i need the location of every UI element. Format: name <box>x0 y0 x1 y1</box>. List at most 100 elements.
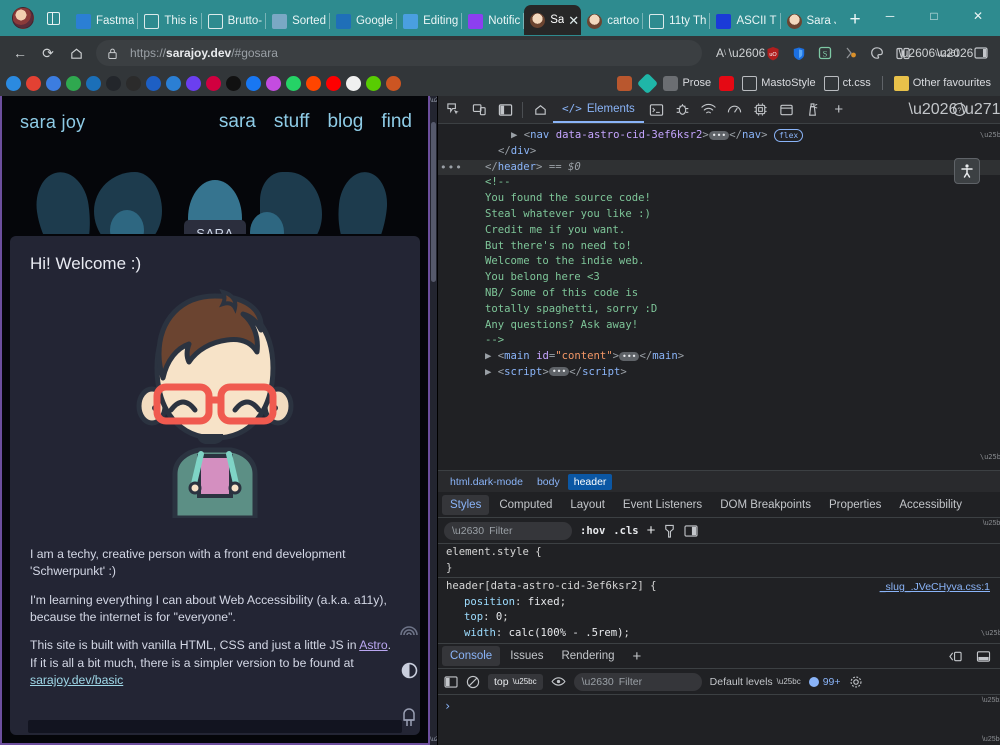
dom-tree[interactable]: ▶ <nav data-astro-cid-3ef6ksr2> ••• </nav>… <box>438 124 1000 470</box>
styles-tab-accessibility[interactable]: Accessibility <box>891 495 970 515</box>
drawer-tab-issues[interactable]: Issues <box>502 646 551 666</box>
address-bar[interactable]: https://sarajoy.dev/#gosara <box>96 40 702 66</box>
stylus-icon[interactable]: S <box>812 40 838 66</box>
drawer-tab-rendering[interactable]: Rendering <box>553 646 622 666</box>
styles-tab-styles[interactable]: Styles <box>442 494 490 515</box>
dom-tree-line[interactable]: ▶ <nav data-astro-cid-3ef6ksr2> ••• </nav>… <box>438 128 1000 144</box>
new-style-rule-icon[interactable] <box>663 524 676 538</box>
dribbble-quick-link-icon[interactable] <box>166 75 181 91</box>
opera-quick-link-icon[interactable] <box>206 75 221 91</box>
browser-tab[interactable]: Brutto- <box>202 7 267 35</box>
browser-tab[interactable]: 11ty Th <box>643 7 711 35</box>
styles-scroll-up[interactable]: \u25b2 <box>983 520 1000 527</box>
bookmark-item[interactable]: Prose <box>660 73 714 93</box>
messenger-quick-link-icon[interactable] <box>266 75 281 91</box>
home-button[interactable] <box>62 39 90 67</box>
more-panels-button[interactable]: + <box>826 97 852 123</box>
mastodon-quick-link-icon[interactable] <box>186 75 201 91</box>
styles-filter-input[interactable]: \u2630 Filter <box>444 521 572 540</box>
inspect-element-icon[interactable] <box>440 97 466 123</box>
css-source-link[interactable]: _slug_.JVeCHyva.css:1 <box>880 580 990 596</box>
minimize-button[interactable]: ─ <box>868 0 912 32</box>
reload-button[interactable]: ⟳ <box>34 39 62 67</box>
profile-avatar-icon[interactable] <box>12 7 34 29</box>
console-context-selector[interactable]: top \u25bc <box>488 673 543 690</box>
whatsapp-quick-link-icon[interactable] <box>286 75 301 91</box>
favorite-star-icon[interactable]: \u2606 <box>729 40 766 66</box>
network-icon[interactable] <box>696 97 722 123</box>
cls-button[interactable]: .cls <box>613 525 638 537</box>
browser-tab[interactable]: This is <box>138 7 202 35</box>
sources-bug-icon[interactable] <box>670 97 696 123</box>
restore-drawer-icon[interactable] <box>942 643 968 669</box>
dock-side-icon[interactable] <box>492 97 518 123</box>
breadcrumb-item[interactable]: header <box>567 473 613 490</box>
tab-elements[interactable]: </> Elements <box>553 96 644 123</box>
css-rule[interactable]: element.style {} <box>438 544 1000 578</box>
calendar-quick-link-icon[interactable] <box>46 75 61 91</box>
styles-tab-event-listeners[interactable]: Event Listeners <box>615 495 710 515</box>
styles-rules[interactable]: element.style {} header[data-astro-cid-3e… <box>438 544 1000 643</box>
performance-icon[interactable] <box>722 97 748 123</box>
console-icon[interactable] <box>644 97 670 123</box>
issue-counter[interactable]: 99+ <box>808 676 841 688</box>
bookmark-item[interactable]: ct.css <box>821 73 874 93</box>
drawer-tab-console[interactable]: Console <box>442 646 501 666</box>
close-window-button[interactable]: ✕ <box>956 0 1000 32</box>
dom-tree-line[interactable]: <!-- <box>438 175 1000 191</box>
close-devtools-icon[interactable]: \u2715 <box>961 97 1000 123</box>
browser-tab[interactable]: Editing <box>397 7 463 35</box>
site-nav-blog[interactable]: blog <box>327 111 363 133</box>
css-declaration[interactable]: position: fixed; <box>446 595 992 611</box>
styles-tab-properties[interactable]: Properties <box>821 495 889 515</box>
dom-scroll-down[interactable]: \u25bc <box>980 450 1000 466</box>
vertical-tabs-icon[interactable] <box>42 7 64 29</box>
css-declaration[interactable]: height: calc(var(--tabheight) + .5rem); <box>446 641 992 643</box>
dom-tree-line[interactable]: ▶ <script> ••• </script> <box>438 365 1000 381</box>
browser-tab[interactable]: Notific <box>462 7 525 35</box>
console-sidebar-icon[interactable] <box>444 675 458 688</box>
browser-tab[interactable]: Fastma <box>70 7 139 35</box>
bitwarden-icon[interactable] <box>786 40 812 66</box>
scroll-up-arrow[interactable]: \u25b2 <box>430 98 437 104</box>
npr-quick-link-icon[interactable] <box>126 75 141 91</box>
breadcrumb-item[interactable]: body <box>531 474 566 490</box>
bluesky-quick-link-icon[interactable] <box>6 75 21 91</box>
dom-tree-line[interactable]: </div> <box>438 144 1000 160</box>
console-settings-icon[interactable] <box>849 675 863 689</box>
lighthouse-icon[interactable] <box>800 97 826 123</box>
browser-tab[interactable]: Sa ✕ <box>524 5 582 35</box>
maps-quick-link-icon[interactable] <box>66 75 81 91</box>
styles-rules-scrollbar[interactable]: \u25bc <box>981 546 1000 641</box>
more-quick-link-icon[interactable] <box>106 75 121 91</box>
youtube-quick-link-icon[interactable] <box>326 75 341 91</box>
duolingo-quick-link-icon[interactable] <box>366 75 381 91</box>
amazon-quick-link-icon[interactable] <box>346 75 361 91</box>
bookmark-item[interactable]: MastoStyle <box>739 73 818 93</box>
edge-quick-link-icon[interactable] <box>146 75 161 91</box>
basic-version-link[interactable]: sarajoy.dev/basic <box>30 673 123 687</box>
site-logo[interactable]: sara joy <box>20 112 85 133</box>
clear-console-icon[interactable] <box>466 675 480 689</box>
back-button[interactable]: ← <box>6 39 34 67</box>
computed-sidebar-icon[interactable] <box>684 524 698 537</box>
dom-tree-line[interactable]: --> <box>438 333 1000 349</box>
new-tab-button[interactable]: + <box>842 7 868 33</box>
home-icon[interactable] <box>527 97 553 123</box>
hov-button[interactable]: :hov <box>580 525 605 537</box>
browser-tab[interactable]: cartoo <box>581 7 644 35</box>
ublock-icon[interactable]: uO <box>760 40 786 66</box>
styles-tab-layout[interactable]: Layout <box>562 495 613 515</box>
memory-chip-icon[interactable] <box>748 97 774 123</box>
console-levels-dropdown[interactable]: Default levels \u25bc <box>710 676 801 688</box>
dom-tree-line[interactable]: </header> == $0 ••• <box>438 159 1000 176</box>
wappalyzer-icon[interactable] <box>838 40 864 66</box>
bookmark-item[interactable] <box>637 72 659 94</box>
console-scroll-up[interactable]: \u25b2 <box>982 697 1000 704</box>
site-nav-stuff[interactable]: stuff <box>274 111 310 133</box>
dom-scrollbar[interactable]: \u25b2 \u25bc <box>980 128 1000 466</box>
browser-tab[interactable]: Sorted <box>266 7 330 35</box>
add-drawer-tab-button[interactable]: + <box>625 648 650 665</box>
dom-tree-line[interactable]: ▶ <main id="content"> ••• </main> <box>438 349 1000 365</box>
dom-line-badge[interactable]: ••• <box>440 160 463 176</box>
